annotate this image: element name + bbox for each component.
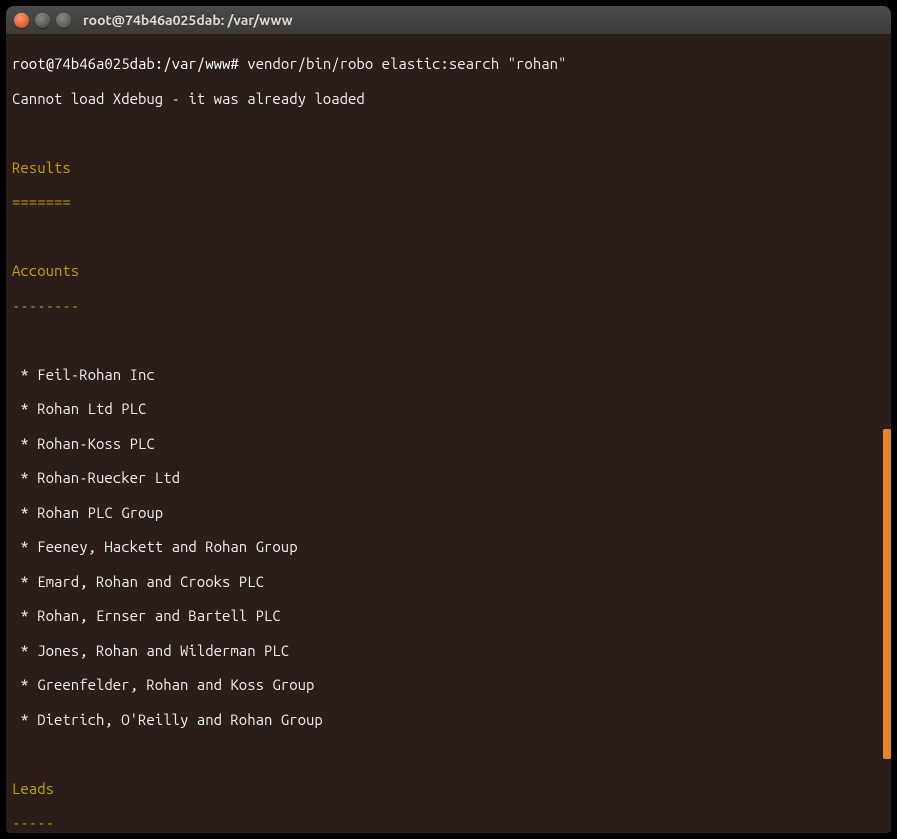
blank-line (12, 124, 885, 141)
list-item: * Rohan-Ruecker Ltd (12, 469, 885, 486)
prompt-line: root@74b46a025dab:/var/www# vendor/bin/r… (12, 55, 885, 72)
list-item: * Feil-Rohan Inc (12, 366, 885, 383)
blank-line (12, 331, 885, 348)
command-text: vendor/bin/robo elastic:search "rohan" (239, 55, 567, 72)
list-item: * Rohan-Koss PLC (12, 435, 885, 452)
list-item: * Rohan Ltd PLC (12, 400, 885, 417)
xdebug-warning: Cannot load Xdebug - it was already load… (12, 90, 885, 107)
accounts-heading: Accounts (12, 262, 885, 279)
blank-line (12, 745, 885, 762)
window-titlebar[interactable]: root@74b46a025dab: /var/www (6, 6, 891, 34)
results-underline: ======= (12, 193, 885, 210)
leads-heading: Leads (12, 780, 885, 797)
scrollbar[interactable] (883, 429, 891, 759)
leads-underline: ----- (12, 814, 885, 831)
list-item: * Rohan PLC Group (12, 504, 885, 521)
terminal-body[interactable]: root@74b46a025dab:/var/www# vendor/bin/r… (6, 34, 891, 833)
list-item: * Feeney, Hackett and Rohan Group (12, 538, 885, 555)
results-heading: Results (12, 159, 885, 176)
list-item: * Greenfelder, Rohan and Koss Group (12, 676, 885, 693)
window-title: root@74b46a025dab: /var/www (83, 12, 293, 28)
prompt-prefix: root@74b46a025dab:/var/www# (12, 55, 239, 72)
list-item: * Jones, Rohan and Wilderman PLC (12, 642, 885, 659)
maximize-icon[interactable] (56, 13, 71, 28)
list-item: * Rohan, Ernser and Bartell PLC (12, 607, 885, 624)
list-item: * Dietrich, O'Reilly and Rohan Group (12, 711, 885, 728)
list-item: * Emard, Rohan and Crooks PLC (12, 573, 885, 590)
blank-line (12, 228, 885, 245)
close-icon[interactable] (14, 13, 29, 28)
terminal-window: root@74b46a025dab: /var/www root@74b46a0… (6, 6, 891, 833)
minimize-icon[interactable] (35, 13, 50, 28)
accounts-underline: -------- (12, 297, 885, 314)
